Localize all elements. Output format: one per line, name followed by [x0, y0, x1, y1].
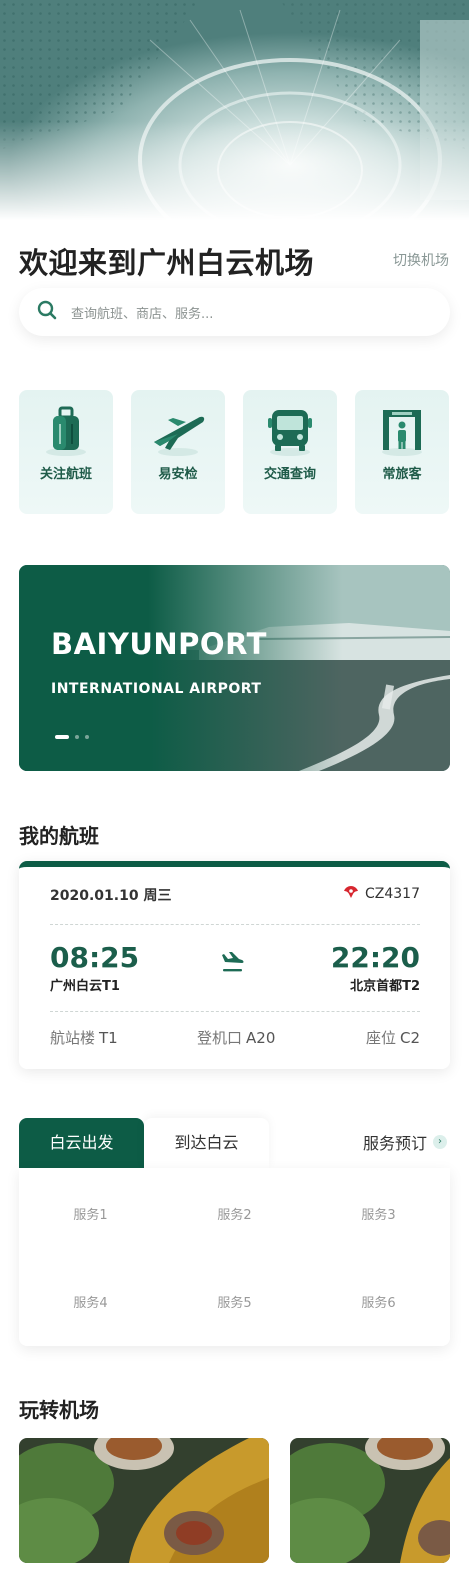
search-input[interactable]: 查询航班、商店、服务...	[71, 303, 213, 322]
quick-link-frequent-flyer[interactable]: 常旅客	[355, 390, 449, 514]
divider	[50, 924, 420, 925]
food-card[interactable]	[290, 1438, 450, 1563]
arrival-time: 22:20	[330, 941, 420, 974]
flight-date: 2020.01.10 周三	[50, 888, 172, 904]
plane-takeoff-icon	[131, 404, 225, 466]
divider	[50, 1011, 420, 1012]
airport-photo	[19, 565, 450, 771]
services-grid: 服务1 服务2 服务3 服务4 服务5 服务6	[19, 1168, 450, 1346]
my-flight-title: 我的航班	[19, 824, 99, 848]
carousel-indicators[interactable]	[55, 735, 89, 739]
terminal-label: 航站楼	[50, 1029, 96, 1047]
departure-time: 08:25	[50, 941, 140, 974]
tab-departure[interactable]: 白云出发	[19, 1118, 144, 1168]
gate-info: 登机口 A20	[197, 1027, 275, 1048]
bus-icon	[243, 404, 337, 466]
quick-link-label: 交通查询	[263, 467, 316, 482]
service-booking-label: 服务预订	[362, 1134, 427, 1153]
terminal-info: 航站楼 T1	[50, 1027, 118, 1048]
service-item[interactable]: 服务6	[307, 1292, 450, 1311]
seat-info: 座位 C2	[366, 1027, 420, 1048]
flight-number-text: CZ4317	[365, 886, 420, 902]
quick-link-follow-flight[interactable]: 关注航班	[19, 390, 113, 514]
gate-label: 登机口	[197, 1029, 243, 1047]
carousel-dot[interactable]	[85, 735, 89, 739]
service-item[interactable]: 服务1	[19, 1204, 162, 1223]
carousel-dot[interactable]	[55, 735, 69, 739]
service-booking-link[interactable]: 服务预订 ›	[363, 1130, 447, 1154]
arrival-city: 北京首都T2	[350, 979, 420, 994]
promo-banner[interactable]: BAIYUNPORT INTERNATIONAL AIRPORT	[19, 565, 450, 771]
service-item[interactable]: 服务5	[163, 1292, 306, 1311]
search-bar[interactable]: 查询航班、商店、服务...	[19, 288, 450, 336]
tab-arrival[interactable]: 到达白云	[144, 1118, 269, 1168]
quick-link-label: 关注航班	[39, 467, 92, 482]
seat-value: C2	[399, 1029, 420, 1047]
luggage-icon	[19, 404, 113, 466]
quick-link-security[interactable]: 易安检	[131, 390, 225, 514]
flight-card[interactable]: 2020.01.10 周三 CZ4317 08:25 广州白云T1 22:20 …	[19, 861, 450, 1069]
service-item[interactable]: 服务4	[19, 1292, 162, 1311]
food-card[interactable]	[19, 1438, 269, 1563]
switch-airport-link[interactable]: 切换机场	[393, 250, 449, 270]
departure-city: 广州白云T1	[50, 979, 120, 994]
flight-number: CZ4317	[343, 885, 420, 903]
carousel-dot[interactable]	[75, 735, 79, 739]
food-photo	[19, 1438, 269, 1563]
quick-link-transport[interactable]: 交通查询	[243, 390, 337, 514]
banner-title: BAIYUNPORT	[51, 627, 267, 661]
chevron-right-icon: ›	[433, 1135, 447, 1149]
terminal-value: T1	[99, 1029, 118, 1047]
welcome-title: 欢迎来到广州白云机场	[19, 246, 315, 280]
hero-image	[0, 0, 469, 220]
explore-title: 玩转机场	[19, 1398, 99, 1422]
banner-subtitle: INTERNATIONAL AIRPORT	[51, 681, 262, 697]
service-item[interactable]: 服务3	[307, 1204, 450, 1223]
quick-link-label: 易安检	[158, 467, 198, 482]
gate-value: A20	[246, 1029, 276, 1047]
plane-landing-icon	[219, 949, 245, 979]
gate-icon	[355, 404, 449, 466]
quick-link-label: 常旅客	[382, 467, 422, 482]
service-item[interactable]: 服务2	[163, 1204, 306, 1223]
food-photo	[290, 1438, 450, 1563]
seat-label: 座位	[365, 1029, 396, 1047]
airline-logo-icon	[343, 885, 359, 903]
search-icon	[37, 300, 57, 324]
